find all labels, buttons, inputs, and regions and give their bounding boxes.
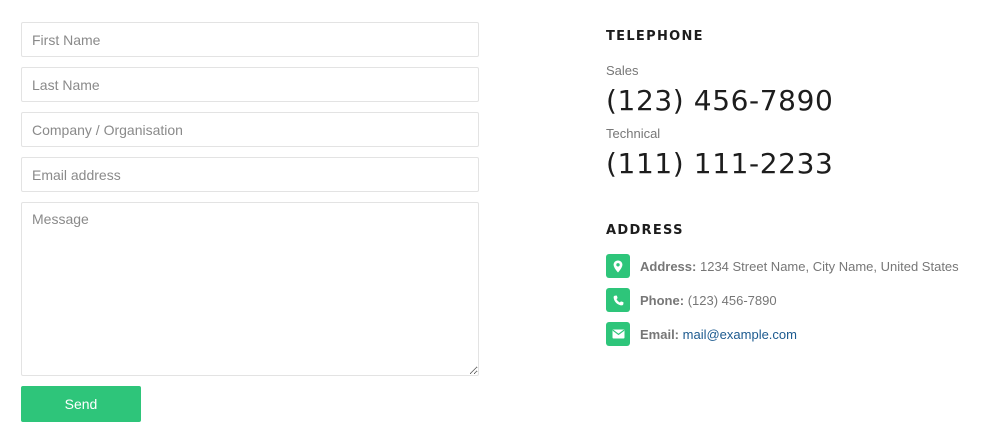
address-text: Address: 1234 Street Name, City Name, Un… xyxy=(640,259,959,274)
last-name-input[interactable] xyxy=(21,67,479,102)
company-input[interactable] xyxy=(21,112,479,147)
email-text: Email: mail@example.com xyxy=(640,327,797,342)
telephone-heading: TELEPHONE xyxy=(606,29,704,44)
technical-label: Technical xyxy=(606,126,661,141)
email-input[interactable] xyxy=(21,157,479,192)
address-heading: ADDRESS xyxy=(606,223,684,238)
phone-item: Phone: (123) 456-7890 xyxy=(606,288,777,312)
address-key: Address: xyxy=(640,258,697,274)
envelope-icon xyxy=(606,322,630,346)
technical-phone-number: (111) 111-2233 xyxy=(606,147,834,180)
message-textarea[interactable] xyxy=(21,202,479,376)
send-button[interactable]: Send xyxy=(21,386,141,422)
phone-key: Phone: xyxy=(640,292,685,308)
address-item: Address: 1234 Street Name, City Name, Un… xyxy=(606,254,959,278)
contact-page: Send TELEPHONE Sales (123) 456-7890 Tech… xyxy=(0,0,999,446)
email-link[interactable]: mail@example.com xyxy=(683,327,797,342)
first-name-input[interactable] xyxy=(21,22,479,57)
phone-value: (123) 456-7890 xyxy=(687,292,777,308)
sales-phone-number: (123) 456-7890 xyxy=(606,84,834,117)
address-value: 1234 Street Name, City Name, United Stat… xyxy=(699,258,959,274)
phone-icon xyxy=(606,288,630,312)
email-key: Email: xyxy=(640,326,680,342)
map-marker-icon xyxy=(606,254,630,278)
phone-text: Phone: (123) 456-7890 xyxy=(640,293,777,308)
sales-label: Sales xyxy=(606,63,639,78)
email-item: Email: mail@example.com xyxy=(606,322,797,346)
contact-form: Send xyxy=(21,22,479,422)
